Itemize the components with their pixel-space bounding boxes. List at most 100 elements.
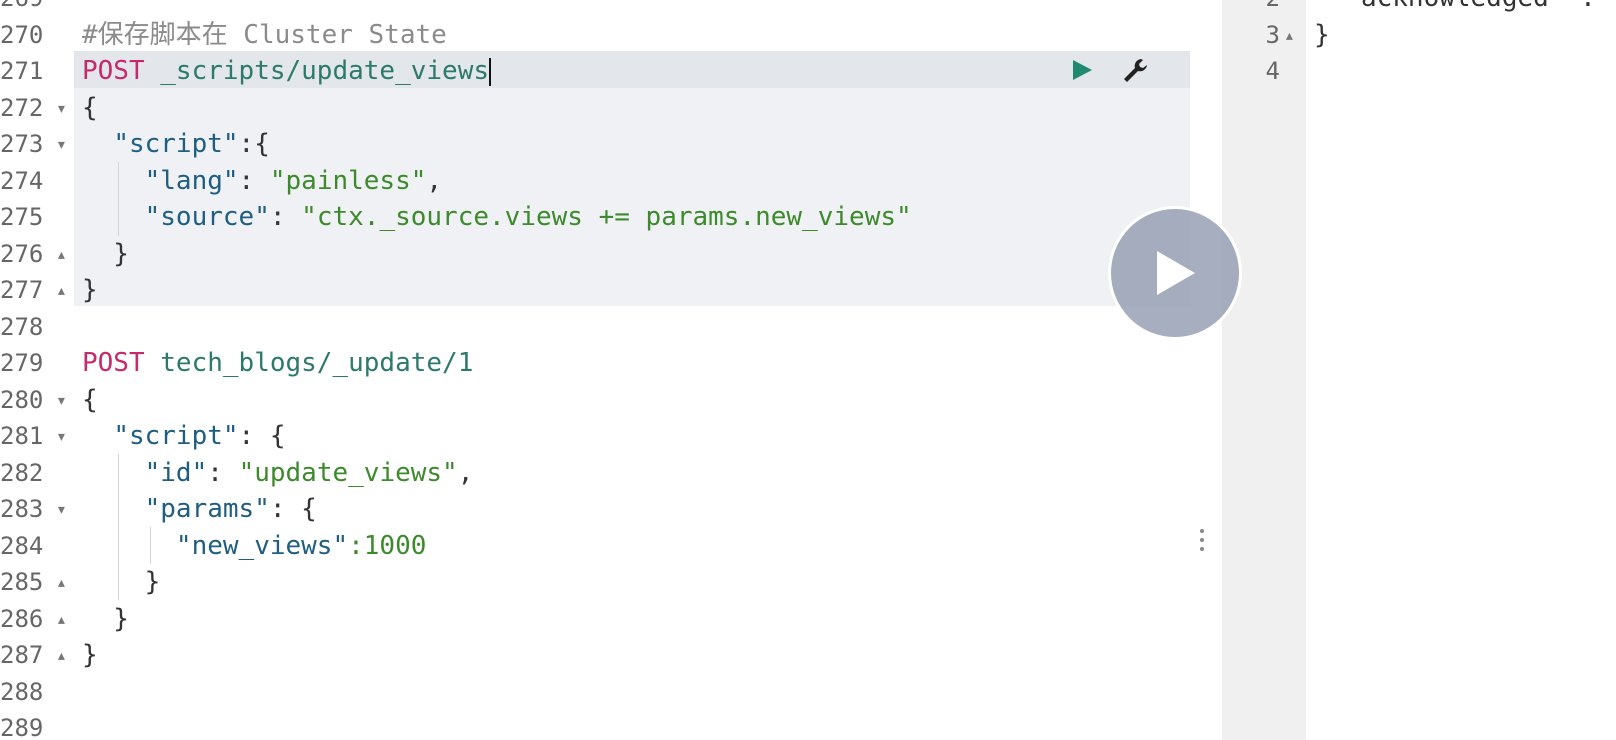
code-token: :1000 bbox=[348, 530, 427, 561]
response-text: } bbox=[1314, 19, 1330, 50]
code-line[interactable]: 283 ▾ "params": { bbox=[0, 491, 1222, 528]
code-token: "painless" bbox=[269, 165, 427, 196]
code-line[interactable]: 272 ▾ { bbox=[0, 90, 1222, 127]
code-line[interactable]: 288 bbox=[0, 674, 1222, 711]
wrench-icon bbox=[1124, 59, 1147, 82]
code-text: "source": "ctx._source.views += params.n… bbox=[82, 199, 912, 236]
code-text: POST tech_blogs/_update/1 bbox=[82, 345, 473, 382]
line-number: 288 bbox=[0, 677, 44, 706]
send-request-button[interactable] bbox=[1068, 58, 1096, 82]
fold-toggle[interactable]: ▴ bbox=[56, 564, 67, 601]
response-content bbox=[1306, 0, 1616, 740]
response-panel: 2 "acknowledged" : true3▴}4 bbox=[1222, 0, 1616, 740]
fold-toggle[interactable]: ▴ bbox=[56, 637, 67, 674]
code-line[interactable]: 289 bbox=[0, 710, 1222, 740]
code-line[interactable]: 284 "new_views":1000 bbox=[0, 528, 1222, 565]
line-number: 281 bbox=[0, 422, 44, 450]
request-editor[interactable]: 269 270 #保存脚本在 Cluster State 271 POST _scrip… bbox=[0, 0, 1222, 740]
line-number: 276 bbox=[0, 239, 44, 268]
code-text: "id": "update_views", bbox=[82, 455, 474, 492]
line-number: 287 bbox=[0, 641, 44, 669]
code-line[interactable]: 282 "id": "update_views", bbox=[0, 455, 1222, 492]
code-token: { bbox=[82, 384, 98, 415]
line-number: 278 bbox=[0, 312, 44, 341]
line-number: 277 bbox=[0, 276, 44, 304]
code-token: } bbox=[82, 238, 129, 269]
code-text: } bbox=[82, 637, 98, 674]
panel-resizer[interactable] bbox=[1190, 520, 1214, 560]
code-line[interactable]: 277 ▴} bbox=[0, 272, 1222, 309]
fold-toggle[interactable]: ▴ bbox=[56, 272, 67, 309]
console-app: 269 270 #保存脚本在 Cluster State 271 POST _scrip… bbox=[0, 0, 1616, 740]
code-text: "script": { bbox=[82, 418, 286, 455]
code-token: #保存脚本在 Cluster State bbox=[82, 19, 447, 50]
code-token: "source" bbox=[144, 202, 270, 232]
line-number: 280 bbox=[0, 385, 44, 414]
fold-toggle[interactable]: ▴ bbox=[56, 236, 67, 273]
code-token: POST bbox=[82, 56, 145, 86]
code-token: POST bbox=[82, 348, 145, 378]
fold-toggle[interactable]: ▴ bbox=[1284, 17, 1295, 54]
code-token: : bbox=[269, 202, 302, 232]
code-line[interactable]: 270 #保存脚本在 Cluster State bbox=[0, 17, 1222, 54]
code-line[interactable]: 269 bbox=[0, 0, 1222, 17]
code-token: } bbox=[82, 567, 161, 597]
code-text: #保存脚本在 Cluster State bbox=[82, 17, 447, 54]
line-number: 271 bbox=[0, 57, 44, 85]
code-line[interactable]: 287 ▴} bbox=[0, 637, 1222, 674]
fold-toggle[interactable]: ▴ bbox=[56, 601, 67, 638]
line-number: 2 bbox=[1222, 0, 1280, 17]
code-line[interactable]: 280 ▾ { bbox=[0, 382, 1222, 419]
line-number: 273 bbox=[0, 130, 44, 158]
code-line[interactable]: 286 ▴ } bbox=[0, 601, 1222, 638]
response-line: 2 "acknowledged" : true bbox=[1222, 0, 1616, 17]
fold-toggle[interactable]: ▾ bbox=[56, 491, 67, 528]
code-line[interactable]: 271 POST _scripts/update_views bbox=[0, 53, 1222, 90]
fold-toggle[interactable]: ▾ bbox=[56, 126, 67, 163]
line-number: 285 bbox=[0, 568, 44, 596]
code-line[interactable]: 279 POST tech_blogs/_update/1 bbox=[0, 345, 1222, 382]
code-line[interactable]: 281 ▾ "script": { bbox=[0, 418, 1222, 455]
code-token: , bbox=[426, 165, 443, 196]
code-token: } bbox=[82, 275, 98, 305]
code-token: "new_views" bbox=[175, 530, 349, 561]
code-token: "script" bbox=[113, 129, 239, 159]
line-number: 284 bbox=[0, 531, 44, 560]
code-line[interactable]: 278 bbox=[0, 309, 1222, 346]
fold-toggle[interactable]: ▾ bbox=[56, 382, 67, 419]
fold-toggle[interactable]: ▾ bbox=[56, 90, 67, 127]
line-number: 286 bbox=[0, 604, 44, 633]
code-line[interactable]: 274 "lang": "painless", bbox=[0, 163, 1222, 200]
code-text: { bbox=[82, 382, 98, 419]
code-token: : { bbox=[238, 421, 286, 451]
code-line[interactable]: 276 ▴ } bbox=[0, 236, 1222, 273]
code-text: } bbox=[82, 272, 98, 309]
line-number: 275 bbox=[0, 203, 44, 231]
code-line[interactable]: 273 ▾ "script":{ bbox=[0, 126, 1222, 163]
code-token: } bbox=[82, 603, 129, 634]
text-cursor bbox=[489, 57, 491, 86]
request-settings-button[interactable] bbox=[1120, 56, 1152, 84]
video-play-button[interactable] bbox=[1108, 206, 1242, 340]
line-number: 270 bbox=[0, 20, 44, 49]
line-number: 289 bbox=[0, 714, 44, 740]
code-token: : { bbox=[269, 494, 317, 524]
code-token: :{ bbox=[238, 129, 270, 159]
code-text: "params": { bbox=[82, 491, 317, 528]
line-number: 283 bbox=[0, 495, 44, 523]
fold-toggle[interactable]: ▾ bbox=[56, 418, 67, 455]
video-play-icon bbox=[1157, 251, 1195, 295]
code-token: { bbox=[82, 92, 98, 123]
code-line[interactable]: 285 ▴ } bbox=[0, 564, 1222, 601]
line-number: 282 bbox=[0, 458, 44, 487]
code-token: _scripts/update_views bbox=[144, 56, 489, 86]
code-text: } bbox=[82, 236, 129, 273]
code-token: , bbox=[457, 457, 474, 488]
code-text: } bbox=[82, 564, 161, 601]
code-line[interactable]: 275 "source": "ctx._source.views += para… bbox=[0, 199, 1222, 236]
